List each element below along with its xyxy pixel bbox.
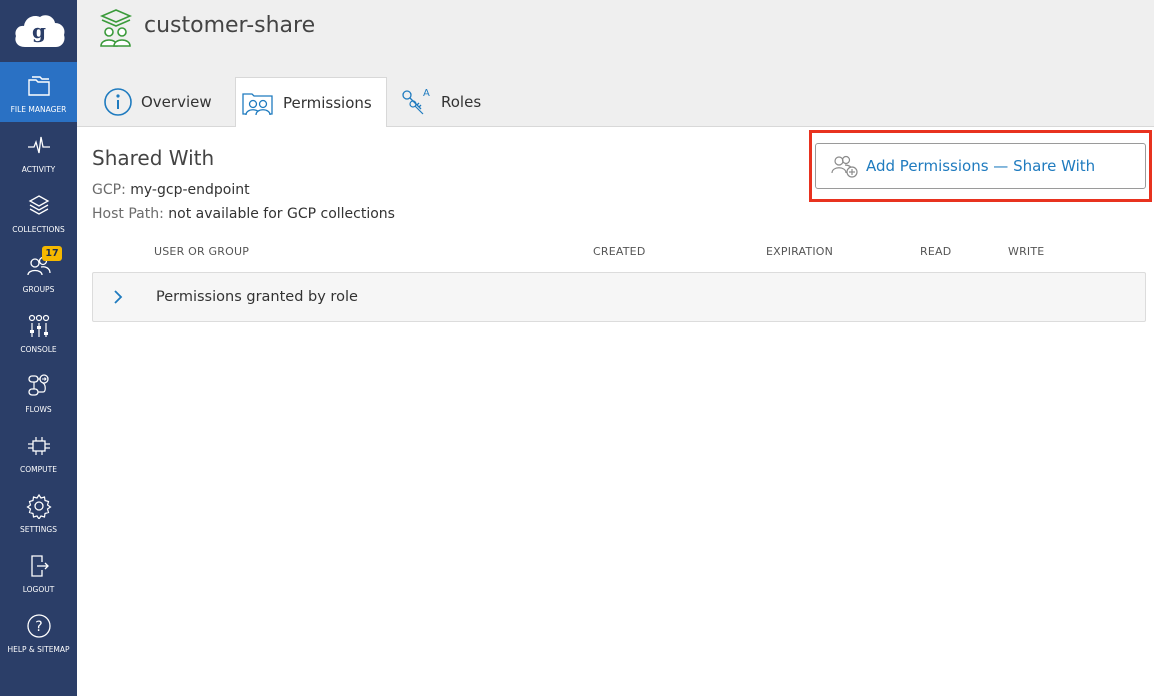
sidebar-item-activity[interactable]: ACTIVITY (0, 122, 77, 182)
sidebar-item-console[interactable]: CONSOLE (0, 302, 77, 362)
console-sliders-icon (28, 314, 49, 337)
sidebar-item-label: HELP & SITEMAP (7, 645, 70, 654)
globus-cloud-icon: g (14, 15, 65, 47)
host-path-line: Host Path: not available for GCP collect… (92, 206, 395, 222)
groups-count-badge: 17 (42, 246, 62, 261)
add-user-icon (831, 155, 858, 178)
table-row-permissions-by-role[interactable]: Permissions granted by role (92, 272, 1146, 322)
sidebar-item-collections[interactable]: COLLECTIONS (0, 182, 77, 242)
gear-icon (25, 493, 52, 519)
permissions-panel: Shared With GCP: my-gcp-endpoint Host Pa… (77, 127, 1154, 696)
sidebar-item-file-manager[interactable]: FILE MANAGER (0, 62, 77, 122)
chevron-right-icon[interactable] (111, 288, 125, 306)
permissions-icon (242, 92, 273, 115)
sidebar-item-label: SETTINGS (20, 525, 57, 534)
tab-label: Permissions (283, 93, 372, 112)
logout-icon (30, 555, 49, 577)
gcp-endpoint-line: GCP: my-gcp-endpoint (92, 182, 250, 198)
shared-collection-icon (99, 9, 133, 47)
collections-layers-icon (28, 195, 49, 215)
sidebar-item-label: ACTIVITY (21, 165, 56, 174)
column-header-read: READ (920, 245, 952, 258)
sidebar-item-label: FILE MANAGER (10, 105, 67, 114)
sidebar-item-logout[interactable]: LOGOUT (0, 542, 77, 602)
column-header-write: WRITE (1008, 245, 1045, 258)
svg-text:?: ? (35, 619, 42, 635)
add-permissions-label: Add Permissions — Share With (866, 157, 1096, 175)
sidebar-item-label: LOGOUT (22, 585, 55, 594)
row-label: Permissions granted by role (156, 289, 358, 305)
globus-logo[interactable]: g (0, 0, 77, 62)
sidebar-item-label: FLOWS (25, 405, 52, 414)
svg-text:A: A (423, 88, 430, 99)
column-header-user-or-group: USER OR GROUP (154, 245, 250, 258)
tab-label: Overview (141, 93, 212, 111)
host-path-value: not available for GCP collections (168, 206, 395, 222)
sidebar-item-label: COLLECTIONS (12, 225, 65, 234)
info-icon (104, 88, 132, 116)
column-header-expiration: EXPIRATION (766, 245, 834, 258)
sidebar-item-label: CONSOLE (20, 345, 57, 354)
gcp-label: GCP: (92, 182, 126, 198)
page-title: customer-share (144, 13, 316, 38)
tab-permissions[interactable]: Permissions (235, 77, 387, 128)
collection-header: customer-share Overview Permissions A Ro… (77, 0, 1154, 128)
compute-chip-icon (27, 437, 50, 455)
sidebar: g FILE MANAGER ACTIVITY COLLECTIONS 17 G… (0, 0, 77, 696)
tab-roles[interactable]: A Roles (401, 77, 501, 127)
svg-text:g: g (32, 19, 46, 43)
help-icon: ? (26, 614, 51, 638)
activity-pulse-icon (27, 136, 50, 154)
sidebar-item-label: GROUPS (22, 285, 55, 294)
section-title: Shared With (92, 146, 215, 170)
flows-icon (27, 374, 49, 396)
add-permissions-button[interactable]: Add Permissions — Share With (815, 143, 1146, 189)
sidebar-item-flows[interactable]: FLOWS (0, 362, 77, 422)
roles-keys-icon: A (402, 88, 430, 115)
host-path-label: Host Path: (92, 206, 164, 222)
sidebar-item-compute[interactable]: COMPUTE (0, 422, 77, 482)
sidebar-item-help[interactable]: ? HELP & SITEMAP (0, 602, 77, 662)
tab-label: Roles (441, 93, 482, 111)
column-header-created: CREATED (593, 245, 646, 258)
sidebar-item-settings[interactable]: SETTINGS (0, 482, 77, 542)
tab-overview[interactable]: Overview (103, 77, 223, 127)
folder-icon (27, 76, 50, 96)
sidebar-item-groups[interactable]: 17 GROUPS (0, 242, 77, 302)
gcp-endpoint-value: my-gcp-endpoint (130, 182, 250, 198)
sidebar-item-label: COMPUTE (20, 465, 57, 474)
